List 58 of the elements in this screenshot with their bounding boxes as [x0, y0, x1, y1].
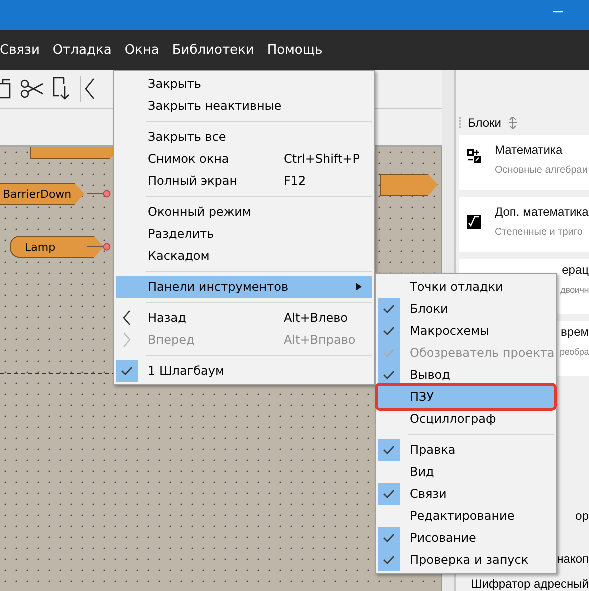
menu-item[interactable]: Закрыть неактивные	[116, 95, 372, 117]
submenu-arrow-icon	[356, 283, 362, 291]
menu-item[interactable]: Связи	[378, 483, 554, 505]
menu-bar-item[interactable]: Библиотеки	[172, 42, 254, 58]
menu-item[interactable]: Оконный режим	[116, 201, 372, 223]
menu-item[interactable]: Рисование	[378, 527, 554, 549]
diagram-block	[380, 174, 438, 196]
paste-icon[interactable]	[52, 76, 72, 102]
diagram-block: BarrierDown	[0, 183, 85, 205]
copy-icon[interactable]	[0, 78, 12, 100]
menu-item[interactable]: Макросхемы	[378, 320, 554, 342]
menu-item[interactable]: Снимок окна Ctrl+Shift+P	[116, 148, 372, 170]
menu-item[interactable]: Каскадом	[116, 245, 372, 267]
card-subtitle: Основные алгебраи	[495, 165, 588, 176]
menu-bar-item[interactable]: Окна	[124, 42, 160, 58]
card-title: врем	[561, 325, 589, 339]
card-subtitle: двоичн	[560, 285, 589, 295]
math-icon	[467, 149, 481, 163]
forward-icon	[122, 332, 132, 348]
menu-item[interactable]: Проверка и запуск	[378, 549, 554, 571]
resize-icon[interactable]	[508, 116, 518, 128]
card-title: Доп. математика	[495, 205, 589, 219]
block-card[interactable]: Доп. математика Степенные и триго	[459, 197, 589, 252]
diagram-block: Lamp	[10, 236, 104, 258]
menu-item[interactable]: 1 Шлагбаум	[116, 360, 372, 382]
menu-item[interactable]: Точки отладки	[378, 276, 554, 298]
menu-bar-item[interactable]: Отладка	[52, 42, 112, 58]
card-title: Математика	[495, 143, 563, 157]
block-name[interactable]: Шифратор адресный	[471, 577, 589, 591]
scissors-icon[interactable]	[20, 79, 44, 99]
menu-item[interactable]: Редактирование	[378, 505, 554, 527]
menu-item[interactable]: Правка	[378, 439, 554, 461]
card-subtitle: реобра	[560, 347, 589, 357]
menu-item[interactable]: Осциллограф	[378, 408, 554, 430]
connector-wire	[87, 243, 111, 251]
menu-bar-item[interactable]: Связи	[0, 42, 40, 58]
block-name[interactable]: накоп	[557, 552, 589, 566]
block-card[interactable]: Математика Основные алгебраи	[459, 135, 589, 190]
menu-item[interactable]: Назад Alt+Влево	[116, 307, 372, 329]
menu-item[interactable]: ПЗУ	[378, 386, 554, 408]
back-icon[interactable]	[80, 76, 96, 102]
menu-item[interactable]: Вид	[378, 461, 554, 483]
back-icon	[122, 310, 132, 326]
menu-item[interactable]: Полный экран F12	[116, 170, 372, 192]
menu-item[interactable]: Вывод	[378, 364, 554, 386]
menu-item[interactable]: Закрыть	[116, 73, 372, 95]
menu-bar-item[interactable]: Помощь	[267, 42, 323, 58]
menu-item[interactable]: Разделить	[116, 223, 372, 245]
card-title: ерац	[562, 263, 589, 277]
square-root-icon	[467, 215, 481, 229]
connector-wire	[87, 190, 111, 198]
menu-item[interactable]: Панели инструментов	[116, 276, 372, 298]
menu-item[interactable]: Блоки	[378, 298, 554, 320]
menu-item[interactable]: Закрыть все	[116, 126, 372, 148]
block-name[interactable]: ор	[576, 509, 589, 523]
panel-title: Блоки	[468, 116, 502, 130]
grip-icon	[459, 116, 462, 128]
card-subtitle: Степенные и триго	[495, 227, 583, 238]
